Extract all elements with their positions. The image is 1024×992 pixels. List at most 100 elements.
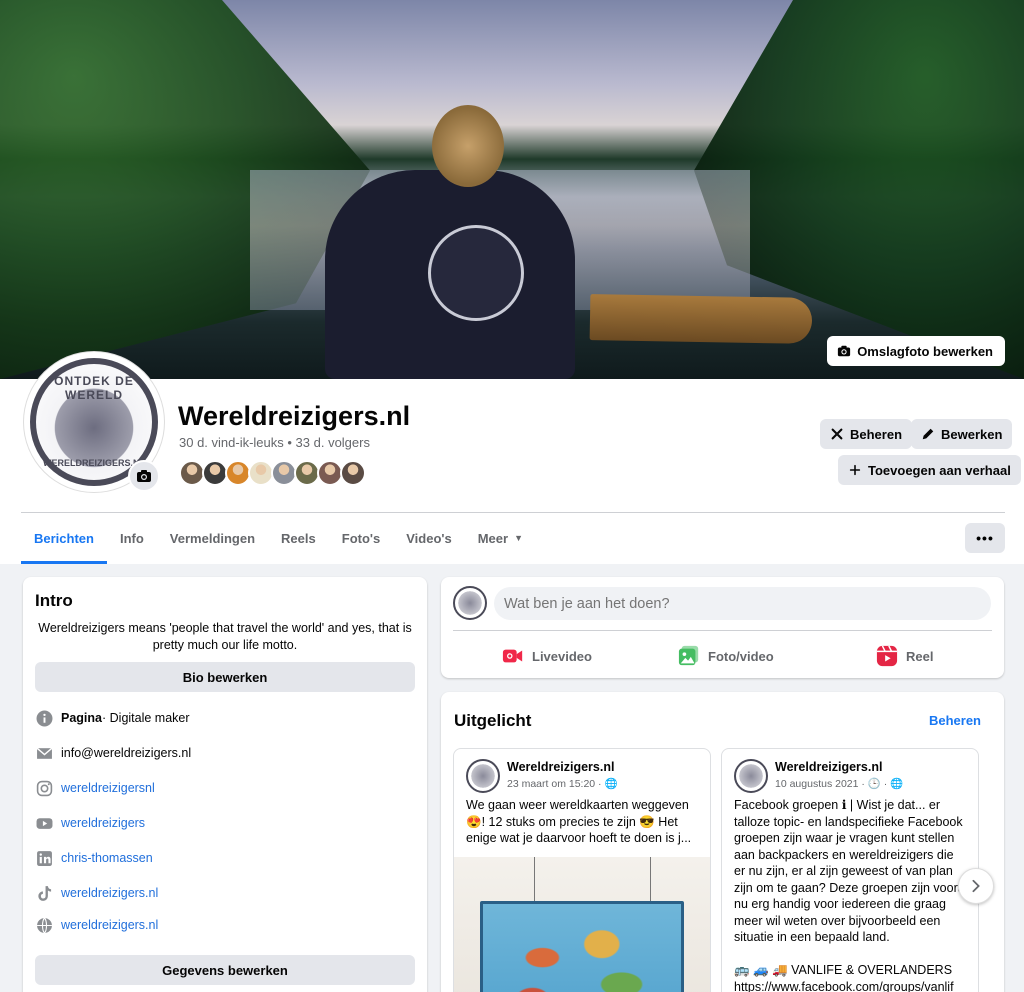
chevron-down-icon: ▼	[514, 533, 523, 543]
email-text: info@wereldreizigers.nl	[61, 746, 192, 760]
info-row-linkedin[interactable]: chris-thomassen	[35, 849, 153, 867]
youtube-link[interactable]: wereldreizigers	[61, 816, 145, 830]
youtube-icon	[35, 814, 53, 832]
info-row-category: Pagina · Digitale maker	[35, 709, 190, 727]
header-divider	[21, 512, 1005, 513]
tab-vermeldingen[interactable]: Vermeldingen	[157, 514, 268, 562]
reel-button[interactable]: Reel	[876, 641, 933, 671]
tab-label: Info	[119, 530, 144, 546]
reel-icon	[876, 645, 898, 667]
page-tabs: Berichten Info Vermeldingen Reels Foto's Vide…	[21, 514, 536, 564]
tab-info[interactable]: Info	[107, 514, 157, 562]
follower-avatar[interactable]	[340, 460, 366, 486]
post-image[interactable]	[454, 857, 710, 992]
whats-on-your-mind-input[interactable]	[494, 587, 991, 620]
post-text-body: Facebook groepen ℹ | Wist je dat... er t…	[734, 798, 968, 944]
tools-icon	[831, 428, 843, 440]
tiktok-icon	[35, 884, 53, 902]
carousel-next-button[interactable]	[958, 868, 994, 904]
manage-label: Beheren	[850, 426, 903, 442]
tab-label: Reels	[281, 530, 316, 546]
edit-cover-button[interactable]: Omslagfoto bewerken	[827, 336, 1005, 366]
tab-berichten[interactable]: Berichten	[21, 514, 107, 564]
edit-cover-label: Omslagfoto bewerken	[857, 343, 993, 359]
add-to-story-button[interactable]: Toevoegen aan verhaal	[838, 455, 1021, 485]
edit-label: Bewerken	[941, 426, 1003, 442]
featured-section: Uitgelicht Beheren Wereldreizigers.nl 23…	[441, 692, 1004, 992]
tab-meer[interactable]: Meer ▼	[465, 514, 536, 562]
page-stats[interactable]: 30 d. vind-ik-leuks • 33 d. volgers	[179, 435, 370, 450]
featured-title: Uitgelicht	[454, 711, 532, 730]
linkedin-icon	[35, 849, 53, 867]
photo-video-button[interactable]: Foto/video	[678, 641, 774, 671]
intro-card: Intro Wereldreizigers means 'people that…	[23, 577, 427, 992]
featured-manage-link[interactable]: Beheren	[929, 713, 981, 728]
tab-reels[interactable]: Reels	[268, 514, 329, 562]
intro-title: Intro	[35, 591, 73, 610]
camera-icon	[838, 345, 851, 357]
post-timestamp[interactable]: 23 maart om 15:20 · 🌐	[507, 777, 618, 790]
live-video-button[interactable]: Livevideo	[502, 641, 592, 671]
edit-bio-button[interactable]: Bio bewerken	[35, 662, 415, 692]
info-row-website[interactable]: wereldreizigers.nl	[35, 916, 158, 934]
envelope-icon	[35, 744, 53, 762]
tab-label: Vermeldingen	[169, 530, 256, 546]
plus-icon	[849, 464, 861, 476]
world-map-poster	[480, 901, 684, 992]
cover-person-head	[432, 105, 504, 187]
logo-text-top: ONTDEK DE WERELD	[54, 374, 134, 402]
info-row-instagram[interactable]: wereldreizigersnl	[35, 779, 155, 797]
intro-bio: Wereldreizigers means 'people that trave…	[38, 621, 412, 652]
page-label: Pagina	[61, 711, 102, 725]
cover-photo: Omslagfoto bewerken	[0, 0, 1024, 379]
cover-paddle	[589, 294, 813, 344]
camera-icon	[137, 470, 151, 482]
tiktok-link[interactable]: wereldreizigers.nl	[61, 886, 158, 900]
photo-icon	[678, 645, 699, 666]
instagram-link[interactable]: wereldreizigersnl	[61, 781, 155, 795]
live-video-label: Livevideo	[532, 648, 592, 664]
info-row-tiktok[interactable]: wereldreizigers.nl	[35, 884, 158, 902]
edit-button[interactable]: Bewerken	[911, 419, 1013, 449]
website-link[interactable]: wereldreizigers.nl	[61, 918, 158, 932]
globe-icon	[35, 916, 53, 934]
tab-label: Video's	[406, 530, 452, 546]
featured-post-card[interactable]: Wereldreizigers.nl 10 augustus 2021 · 🕒 …	[721, 748, 979, 992]
pencil-icon	[922, 428, 934, 440]
edit-details-button[interactable]: Gegevens bewerken	[35, 955, 415, 985]
more-options-button[interactable]: •••	[965, 523, 1005, 553]
tab-label: Berichten	[34, 530, 94, 546]
info-row-youtube[interactable]: wereldreizigers	[35, 814, 145, 832]
post-author-avatar[interactable]	[466, 759, 500, 793]
post-text: We gaan weer wereldkaarten weggeven 😍! 1…	[466, 798, 692, 845]
page-header: ONTDEK DE WERELD WERELDREIZIGERS.NL Were…	[0, 352, 1024, 564]
update-profile-picture-button[interactable]	[128, 460, 160, 492]
poster-wire	[534, 857, 535, 905]
tab-label: Meer	[477, 530, 509, 546]
cover-jacket-logo	[428, 225, 524, 321]
post-author-name[interactable]: Wereldreizigers.nl	[507, 760, 614, 774]
add-to-story-label: Toevoegen aan verhaal	[868, 462, 1011, 478]
tab-videos[interactable]: Video's	[393, 514, 464, 562]
follower-avatars[interactable]	[179, 460, 366, 486]
post-author-name[interactable]: Wereldreizigers.nl	[775, 760, 882, 774]
photo-video-label: Foto/video	[708, 648, 774, 664]
composer-divider	[453, 630, 992, 631]
post-author-avatar[interactable]	[734, 759, 768, 793]
page-category: · Digitale maker	[102, 711, 190, 725]
post-composer: Livevideo Foto/video Reel	[441, 577, 1004, 678]
post-text-group: 🚌 🚙 🚚 VANLIFE & OVERLANDERS	[734, 963, 953, 977]
post-text: Facebook groepen ℹ | Wist je dat... er t…	[734, 797, 968, 992]
info-row-email: info@wereldreizigers.nl	[35, 744, 191, 762]
post-timestamp[interactable]: 10 augustus 2021 · 🕒 · 🌐	[775, 777, 903, 790]
manage-button[interactable]: Beheren	[820, 419, 913, 449]
composer-avatar[interactable]	[453, 586, 487, 620]
page-title[interactable]: Wereldreizigers.nl	[178, 401, 410, 432]
featured-post-card[interactable]: Wereldreizigers.nl 23 maart om 15:20 · 🌐…	[453, 748, 711, 992]
info-icon	[35, 709, 53, 727]
linkedin-link[interactable]: chris-thomassen	[61, 851, 153, 865]
post-text-link[interactable]: https://www.facebook.com/groups/vanlif	[734, 980, 954, 992]
live-video-icon	[502, 649, 523, 663]
tab-fotos[interactable]: Foto's	[329, 514, 393, 562]
instagram-icon	[35, 779, 53, 797]
